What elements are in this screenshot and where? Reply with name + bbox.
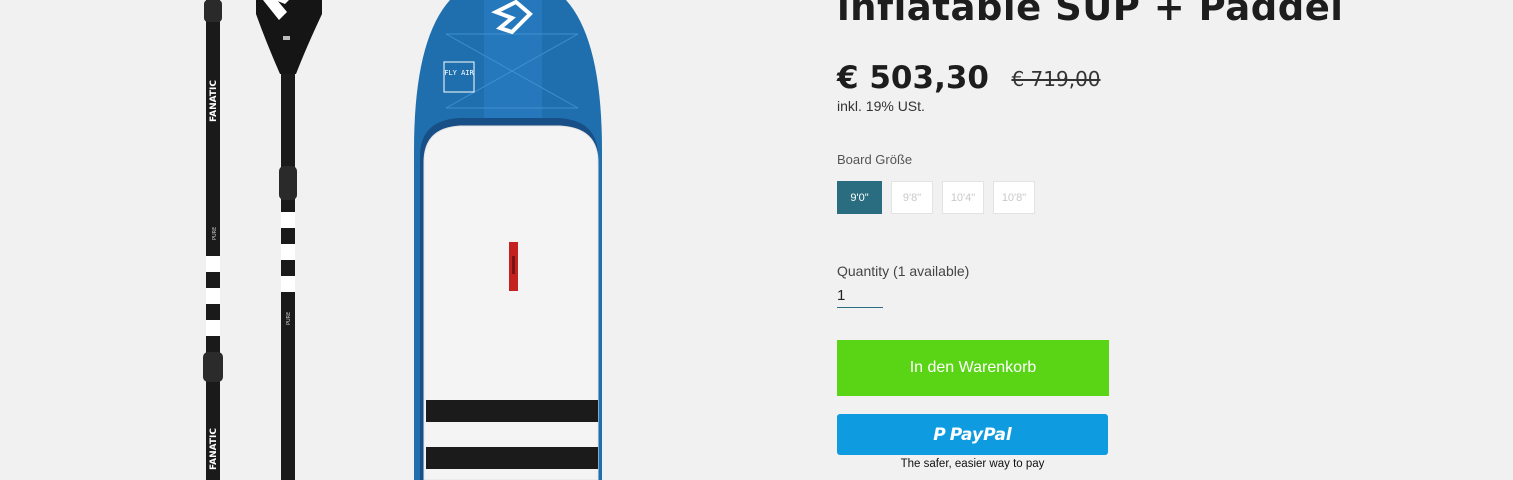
quantity-label: Quantity (1 available) <box>837 263 970 279</box>
paddle-brand-label: FANATIC <box>209 80 219 122</box>
product-image-gallery[interactable]: FANATIC FANATIC PURE PURE FLY AIR <box>0 0 800 480</box>
paddle-model-label: PURE <box>212 227 218 240</box>
variant-option-10-8[interactable]: 10'8" <box>993 181 1035 214</box>
price-row: € 503,30 € 719,00 <box>837 60 1101 96</box>
sale-price: € 503,30 <box>837 60 989 96</box>
variant-option-10-4[interactable]: 10'4" <box>942 181 984 214</box>
board-logo-text: FLY AIR <box>444 69 474 77</box>
paddle-image-left: FANATIC FANATIC PURE <box>203 0 223 480</box>
paddle-model-label-2: PURE <box>286 312 292 325</box>
quantity-input[interactable] <box>837 283 883 308</box>
paypal-label: PayPal <box>949 424 1012 445</box>
paddle-image-right: PURE <box>256 0 322 480</box>
paypal-button[interactable]: P PayPal <box>837 414 1108 455</box>
variant-option-9-8[interactable]: 9'8" <box>891 181 933 214</box>
product-title: inflatable SUP + Paddel <box>837 0 1344 29</box>
paypal-icon: P <box>933 424 946 445</box>
tax-note: inkl. 19% USt. <box>837 98 925 114</box>
product-image: FANATIC FANATIC PURE PURE FLY AIR <box>203 0 602 480</box>
variant-selector: 9'0" 9'8" 10'4" 10'8" <box>837 181 1035 214</box>
add-to-cart-button[interactable]: In den Warenkorb <box>837 340 1109 396</box>
variant-label: Board Größe <box>837 152 913 167</box>
product-info: inflatable SUP + Paddel € 503,30 € 719,0… <box>837 0 1457 480</box>
compare-at-price: € 719,00 <box>1011 67 1101 91</box>
sup-board-image: FLY AIR <box>414 0 602 480</box>
paypal-tagline: The safer, easier way to pay <box>900 458 1045 470</box>
variant-option-9-0[interactable]: 9'0" <box>837 181 882 214</box>
paddle-brand-label-lower: FANATIC <box>209 428 219 470</box>
